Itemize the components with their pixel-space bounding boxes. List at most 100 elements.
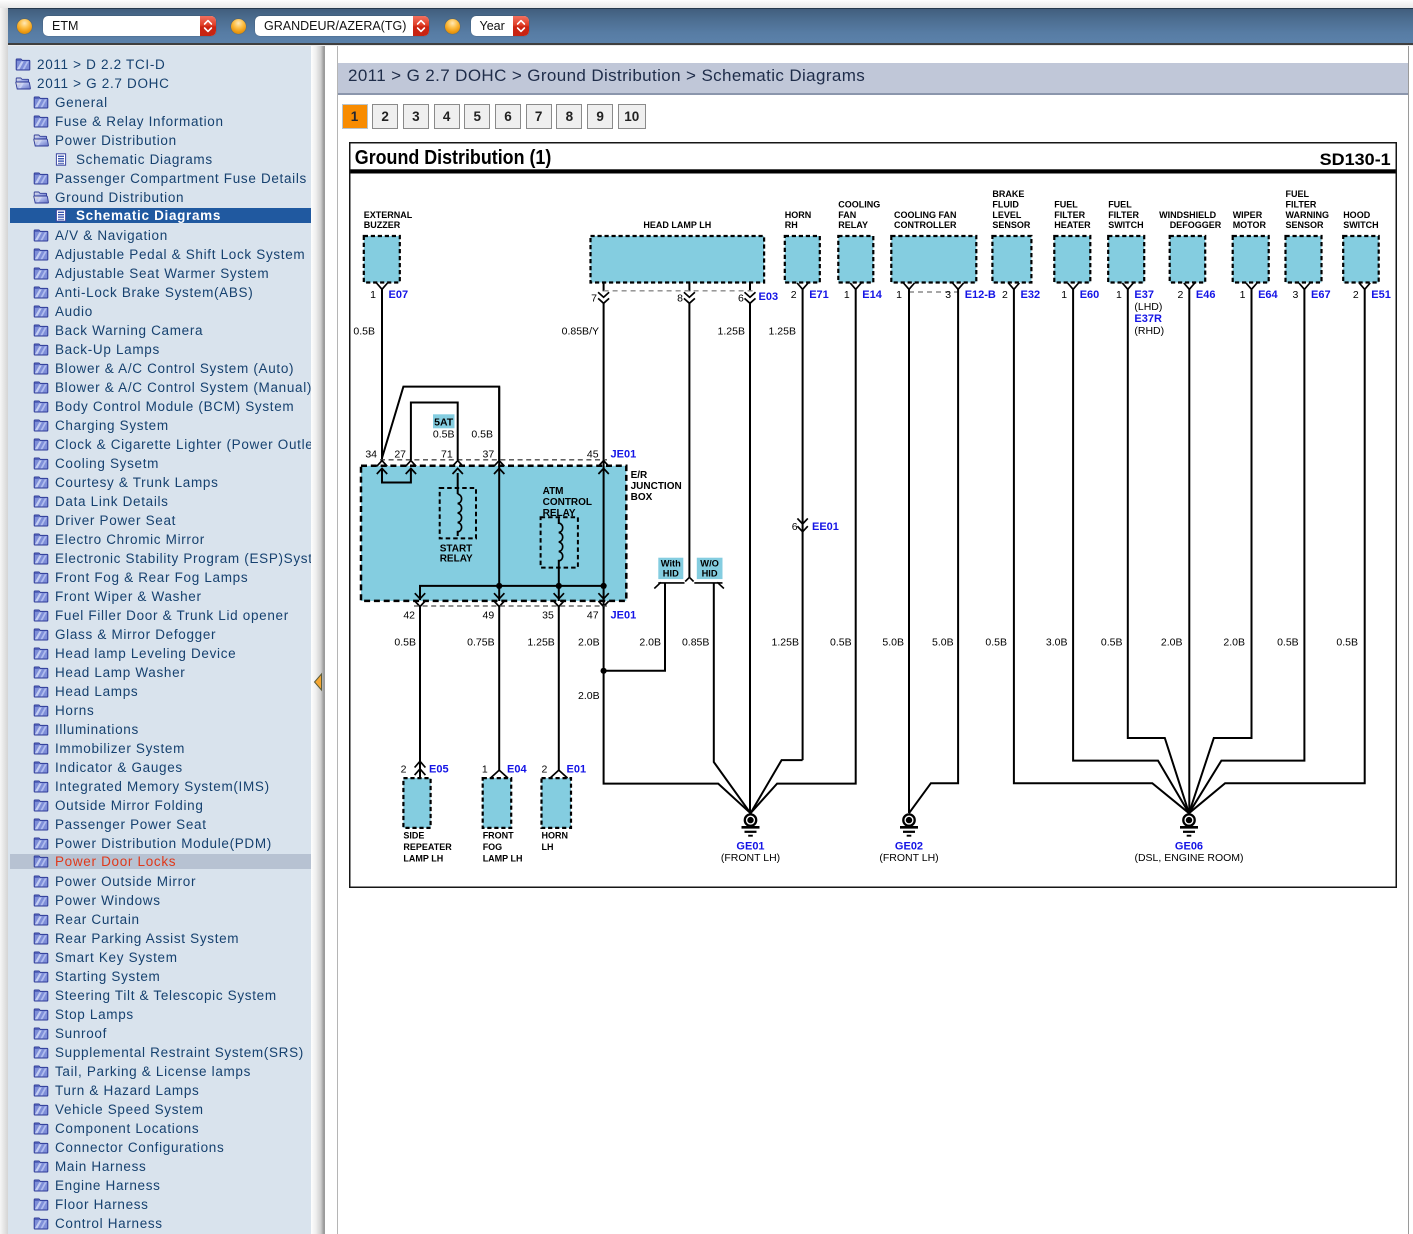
svg-text:2.0B: 2.0B bbox=[1223, 637, 1245, 649]
svg-text:E32: E32 bbox=[1021, 289, 1041, 301]
svg-text:6: 6 bbox=[792, 521, 798, 533]
svg-text:E05: E05 bbox=[429, 764, 449, 776]
svg-text:ATM: ATM bbox=[543, 486, 564, 497]
svg-text:WARNING: WARNING bbox=[1286, 210, 1330, 220]
svg-text:FLUID: FLUID bbox=[992, 200, 1019, 210]
svg-text:(DSL, ENGINE ROOM): (DSL, ENGINE ROOM) bbox=[1134, 852, 1243, 864]
svg-text:(LHD): (LHD) bbox=[1134, 301, 1162, 313]
svg-text:2.0B: 2.0B bbox=[1161, 637, 1183, 649]
svg-text:0.5B: 0.5B bbox=[1336, 637, 1358, 649]
svg-text:2: 2 bbox=[1177, 289, 1183, 301]
svg-text:LEVEL: LEVEL bbox=[992, 210, 1022, 220]
svg-text:0.5B: 0.5B bbox=[830, 637, 852, 649]
svg-text:WINDSHIELD: WINDSHIELD bbox=[1159, 210, 1216, 220]
svg-text:E07: E07 bbox=[389, 289, 409, 301]
svg-text:BRAKE: BRAKE bbox=[992, 189, 1024, 199]
svg-text:COOLING FAN: COOLING FAN bbox=[894, 210, 957, 220]
svg-text:LH: LH bbox=[542, 842, 554, 852]
svg-text:GE02: GE02 bbox=[895, 841, 923, 853]
svg-text:RELAY: RELAY bbox=[543, 508, 576, 519]
svg-text:RH: RH bbox=[785, 220, 798, 230]
svg-text:RELAY: RELAY bbox=[838, 220, 868, 230]
svg-text:SD130-1: SD130-1 bbox=[1320, 151, 1391, 169]
svg-text:6: 6 bbox=[738, 293, 744, 305]
svg-text:0.5B: 0.5B bbox=[394, 637, 416, 649]
svg-text:SIDE: SIDE bbox=[403, 831, 424, 841]
svg-text:5.0B: 5.0B bbox=[932, 637, 954, 649]
svg-text:1: 1 bbox=[896, 289, 902, 301]
svg-text:35: 35 bbox=[542, 610, 554, 622]
svg-text:(FRONT LH): (FRONT LH) bbox=[721, 852, 780, 864]
svg-text:E03: E03 bbox=[759, 291, 779, 303]
svg-text:E37: E37 bbox=[1134, 289, 1154, 301]
svg-text:(FRONT LH): (FRONT LH) bbox=[879, 852, 938, 864]
svg-text:HORN: HORN bbox=[542, 831, 569, 841]
svg-text:2: 2 bbox=[1002, 289, 1008, 301]
svg-text:HID: HID bbox=[663, 568, 679, 578]
svg-text:EE01: EE01 bbox=[812, 521, 839, 533]
svg-text:SENSOR: SENSOR bbox=[992, 220, 1031, 230]
svg-text:2.0B: 2.0B bbox=[578, 637, 600, 649]
svg-text:Ground Distribution (1): Ground Distribution (1) bbox=[355, 147, 552, 169]
svg-text:2.0B: 2.0B bbox=[578, 690, 600, 702]
svg-text:MOTOR: MOTOR bbox=[1233, 220, 1267, 230]
svg-text:JUNCTION: JUNCTION bbox=[631, 481, 682, 492]
svg-text:LAMP LH: LAMP LH bbox=[483, 854, 523, 864]
svg-text:3: 3 bbox=[1293, 289, 1299, 301]
svg-text:JE01: JE01 bbox=[611, 610, 637, 622]
svg-text:1: 1 bbox=[370, 289, 376, 301]
svg-text:E46: E46 bbox=[1196, 289, 1216, 301]
svg-text:37: 37 bbox=[483, 449, 495, 461]
svg-text:0.75B: 0.75B bbox=[467, 637, 494, 649]
svg-text:E04: E04 bbox=[507, 764, 527, 776]
svg-text:27: 27 bbox=[394, 449, 406, 461]
svg-text:FILTER: FILTER bbox=[1286, 200, 1317, 210]
svg-text:CONTROLLER: CONTROLLER bbox=[894, 220, 957, 230]
svg-text:0.5B: 0.5B bbox=[353, 326, 375, 338]
svg-text:FILTER: FILTER bbox=[1108, 210, 1139, 220]
svg-text:FUEL: FUEL bbox=[1286, 189, 1310, 199]
svg-text:FRONT: FRONT bbox=[483, 831, 514, 841]
svg-text:1: 1 bbox=[482, 764, 488, 776]
svg-text:1: 1 bbox=[844, 289, 850, 301]
svg-text:1: 1 bbox=[1061, 289, 1067, 301]
svg-text:FOG: FOG bbox=[483, 842, 503, 852]
svg-text:SENSOR: SENSOR bbox=[1286, 220, 1325, 230]
svg-text:2: 2 bbox=[791, 289, 797, 301]
svg-text:JE01: JE01 bbox=[611, 449, 637, 461]
svg-text:3.0B: 3.0B bbox=[1046, 637, 1068, 649]
svg-text:FAN: FAN bbox=[838, 210, 856, 220]
svg-text:E64: E64 bbox=[1258, 289, 1278, 301]
svg-text:8: 8 bbox=[677, 293, 683, 305]
svg-text:49: 49 bbox=[483, 610, 495, 622]
svg-text:LAMP LH: LAMP LH bbox=[403, 854, 443, 864]
svg-text:SWITCH: SWITCH bbox=[1108, 220, 1144, 230]
svg-text:E/R: E/R bbox=[631, 470, 648, 481]
svg-text:0.85B: 0.85B bbox=[682, 637, 709, 649]
svg-text:DEFOGGER: DEFOGGER bbox=[1170, 220, 1222, 230]
svg-text:1: 1 bbox=[1240, 289, 1246, 301]
svg-text:W/O: W/O bbox=[700, 558, 719, 568]
svg-text:2: 2 bbox=[541, 764, 547, 776]
svg-text:HOOD: HOOD bbox=[1343, 210, 1371, 220]
svg-text:5.0B: 5.0B bbox=[882, 637, 904, 649]
svg-text:REPEATER: REPEATER bbox=[403, 842, 452, 852]
svg-text:BOX: BOX bbox=[631, 492, 653, 503]
svg-text:E67: E67 bbox=[1311, 289, 1331, 301]
svg-text:E71: E71 bbox=[809, 289, 829, 301]
svg-text:E01: E01 bbox=[567, 764, 587, 776]
svg-text:HEATER: HEATER bbox=[1054, 220, 1091, 230]
svg-text:BUZZER: BUZZER bbox=[364, 220, 401, 230]
svg-text:FUEL: FUEL bbox=[1108, 200, 1132, 210]
svg-text:1: 1 bbox=[1116, 289, 1122, 301]
svg-text:1.25B: 1.25B bbox=[527, 637, 554, 649]
svg-text:E14: E14 bbox=[862, 289, 882, 301]
svg-text:E60: E60 bbox=[1080, 289, 1100, 301]
svg-text:HORN: HORN bbox=[785, 210, 812, 220]
svg-text:GE06: GE06 bbox=[1175, 841, 1203, 853]
svg-text:RELAY: RELAY bbox=[440, 554, 473, 565]
svg-text:GE01: GE01 bbox=[736, 841, 764, 853]
svg-text:EXTERNAL: EXTERNAL bbox=[364, 210, 413, 220]
svg-text:0.5B: 0.5B bbox=[985, 637, 1007, 649]
svg-text:E12-B: E12-B bbox=[965, 289, 996, 301]
